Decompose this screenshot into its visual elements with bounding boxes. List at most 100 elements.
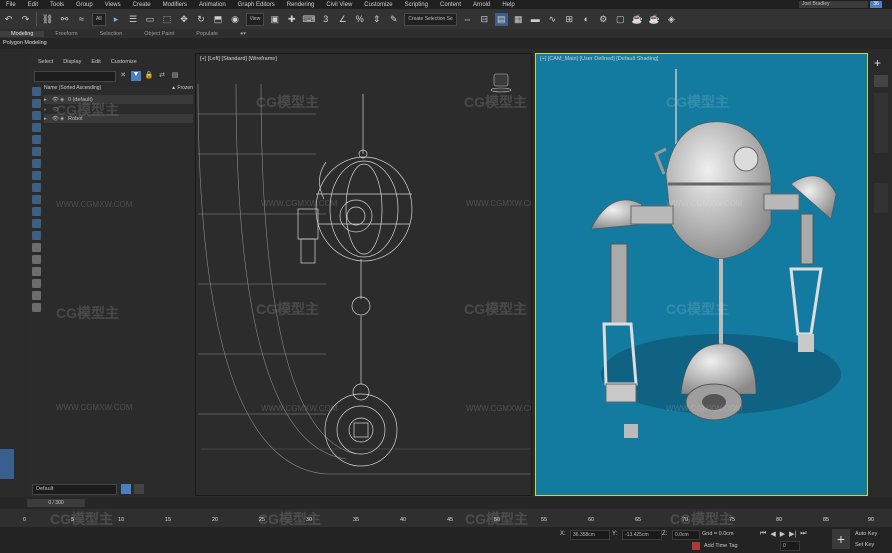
go-to-start-icon[interactable]: ⏮: [760, 530, 766, 538]
expand-arrow-icon[interactable]: ▸: [44, 116, 50, 122]
name-column-header[interactable]: Name (Sorted Ascending): [44, 85, 101, 93]
display-options-icon[interactable]: [32, 303, 41, 312]
render-activeshade-icon[interactable]: ◈: [665, 13, 678, 26]
tab-freeform[interactable]: Freeform: [44, 31, 88, 37]
tab-populate[interactable]: Populate: [185, 31, 229, 37]
track-bar[interactable]: 0 5 10 15 20 25 30 35 40 45 50 55 60 65 …: [0, 509, 892, 527]
display-lights-icon[interactable]: [32, 111, 41, 120]
layer-sort-icon[interactable]: ▤: [170, 71, 180, 81]
explorer-menu-customize[interactable]: Customize: [111, 59, 137, 65]
display-cameras-icon[interactable]: [32, 123, 41, 132]
menu-views[interactable]: Views: [99, 2, 127, 8]
expand-arrow-icon[interactable]: ▸: [44, 97, 50, 103]
time-tag-icon[interactable]: [692, 542, 700, 550]
explorer-menu-select[interactable]: Select: [38, 59, 53, 65]
place-icon[interactable]: ◉: [229, 13, 242, 26]
align-icon[interactable]: ⊟: [478, 13, 491, 26]
command-panel-tab[interactable]: [874, 75, 888, 87]
angle-snap-icon[interactable]: ∠: [336, 13, 349, 26]
display-helpers-icon[interactable]: [32, 135, 41, 144]
schematic-view-icon[interactable]: ⊞: [563, 13, 576, 26]
display-bones-icon[interactable]: [32, 183, 41, 192]
display-frozen-icon[interactable]: [32, 207, 41, 216]
play-icon[interactable]: ▶: [780, 530, 785, 538]
lock-icon[interactable]: 🔒: [144, 71, 154, 81]
render-iterative-icon[interactable]: ☕: [648, 13, 661, 26]
select-object-icon[interactable]: ▸: [110, 13, 123, 26]
move-icon[interactable]: ✥: [178, 13, 191, 26]
command-panel-rollout[interactable]: [874, 183, 888, 213]
menu-arnold[interactable]: Arnold: [467, 2, 496, 8]
explorer-menu-edit[interactable]: Edit: [91, 59, 100, 65]
user-account-dropdown[interactable]: Joel Bradley: [799, 1, 868, 8]
ribbon-panel-label[interactable]: Polygon Modeling: [0, 38, 892, 49]
explorer-search-input[interactable]: [34, 71, 116, 82]
command-panel-rollout[interactable]: [874, 93, 888, 153]
menu-group[interactable]: Group: [70, 2, 99, 8]
expand-arrow-icon[interactable]: ▸: [44, 107, 50, 113]
keyboard-shortcut-override-icon[interactable]: ⌨: [302, 13, 315, 26]
material-editor-icon[interactable]: ◐: [580, 13, 593, 26]
menu-scripting[interactable]: Scripting: [399, 2, 434, 8]
named-selection-set-dropdown[interactable]: Create Selection Se: [404, 12, 457, 26]
menu-animation[interactable]: Animation: [193, 2, 232, 8]
clear-search-icon[interactable]: ✕: [118, 71, 128, 81]
select-manipulate-icon[interactable]: ✚: [285, 13, 298, 26]
display-influences-icon[interactable]: [32, 279, 41, 288]
add-time-tag-button[interactable]: Add Time Tag: [704, 543, 738, 549]
menu-civil-view[interactable]: Civil View: [320, 2, 358, 8]
spinner-snap-icon[interactable]: ⇕: [370, 13, 383, 26]
time-slider[interactable]: 0 / 300: [27, 499, 85, 507]
z-coord-field[interactable]: 0.0cm: [672, 530, 700, 540]
go-to-end-icon[interactable]: ⏭: [800, 530, 806, 538]
menu-content[interactable]: Content: [434, 2, 467, 8]
x-coord-field[interactable]: 36.358cm: [570, 530, 610, 540]
viewport-layout-tab[interactable]: [0, 449, 14, 479]
snaps-toggle-icon[interactable]: 3: [319, 13, 332, 26]
viewport-left-wireframe[interactable]: [+] [Left] [Standard] [Wireframe] CG模型主 …: [195, 53, 532, 496]
explorer-column-header[interactable]: Name (Sorted Ascending) ▲ Frozen: [44, 85, 193, 93]
menu-create[interactable]: Create: [127, 2, 157, 8]
set-key-button[interactable]: Set Key: [855, 542, 874, 548]
ribbon-options-icon[interactable]: ●▾: [229, 31, 257, 37]
mirror-icon[interactable]: ⇔: [461, 13, 474, 26]
menu-rendering[interactable]: Rendering: [281, 2, 321, 8]
render-setup-icon[interactable]: ⚙: [597, 13, 610, 26]
display-invert-icon[interactable]: [32, 255, 41, 264]
tab-selection[interactable]: Selection: [89, 31, 134, 37]
display-children-icon[interactable]: [32, 267, 41, 276]
scale-icon[interactable]: ⬒: [212, 13, 225, 26]
display-filter-icon[interactable]: [32, 291, 41, 300]
display-all-icon[interactable]: [32, 231, 41, 240]
unlink-icon[interactable]: ⚯: [58, 13, 71, 26]
display-none-icon[interactable]: [32, 243, 41, 252]
pivot-center-icon[interactable]: ▣: [268, 13, 281, 26]
auto-key-button[interactable]: Auto Key: [855, 531, 877, 537]
display-xrefs-icon[interactable]: [32, 171, 41, 180]
tab-modeling[interactable]: Modeling: [0, 30, 45, 37]
display-hidden-icon[interactable]: [32, 219, 41, 228]
undo-icon[interactable]: ↶: [2, 13, 15, 26]
selection-filter-dropdown[interactable]: All: [92, 12, 106, 26]
add-key-icon[interactable]: +: [832, 529, 850, 549]
tab-object-paint[interactable]: Object Paint: [133, 31, 185, 37]
menu-help[interactable]: Help: [496, 2, 520, 8]
toggle-ribbon-icon[interactable]: ▬: [529, 13, 542, 26]
user-badge[interactable]: 36: [870, 1, 882, 8]
display-containers-icon[interactable]: [32, 195, 41, 204]
menu-customize[interactable]: Customize: [358, 2, 398, 8]
percent-snap-icon[interactable]: %: [353, 13, 366, 26]
create-tab-icon[interactable]: +: [874, 56, 881, 70]
rotate-icon[interactable]: ↻: [195, 13, 208, 26]
y-coord-field[interactable]: -13.425cm: [622, 530, 662, 540]
render-production-icon[interactable]: ☕: [631, 13, 644, 26]
layer-options-icon[interactable]: [134, 484, 144, 494]
scene-explorer-toggle-icon[interactable]: ▤: [494, 12, 508, 26]
menu-file[interactable]: File: [0, 2, 22, 8]
current-layer-field[interactable]: Default: [32, 484, 117, 495]
frozen-column-header[interactable]: ▲ Frozen: [171, 85, 193, 93]
bind-space-warp-icon[interactable]: ≈: [75, 13, 88, 26]
filter-icon[interactable]: ▼: [131, 71, 141, 81]
reference-coordinate-dropdown[interactable]: View: [245, 12, 265, 26]
layer-explorer-icon[interactable]: [121, 484, 131, 494]
